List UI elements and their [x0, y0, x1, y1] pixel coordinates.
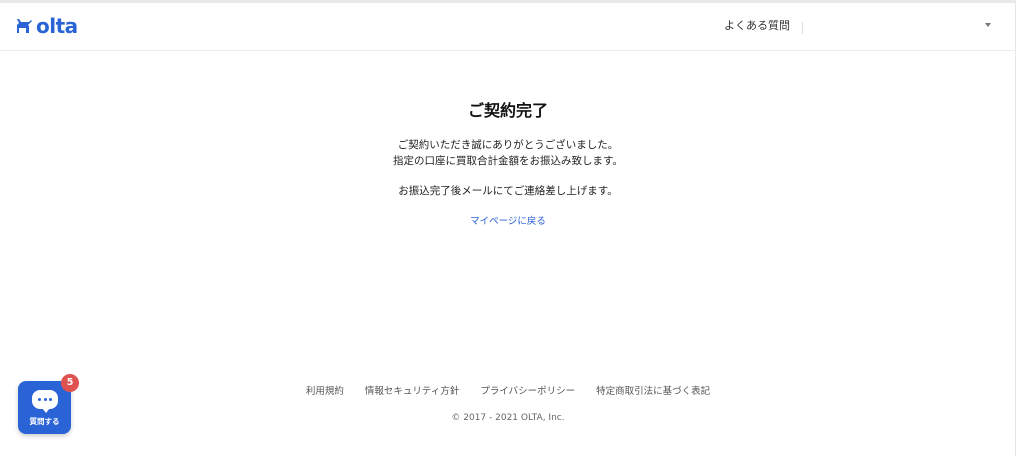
- header-divider: [802, 22, 803, 34]
- page-title: ご契約完了: [467, 101, 548, 120]
- chat-dot: [43, 398, 47, 401]
- faq-link[interactable]: よくある質問: [724, 18, 790, 34]
- logo[interactable]: olta: [14, 16, 78, 36]
- footer-link-commercial-transactions[interactable]: 特定商取引法に基づく表記: [596, 386, 710, 397]
- footer-link-privacy-policy[interactable]: プライバシーポリシー: [480, 386, 575, 397]
- mypage-link[interactable]: マイページに戻る: [470, 215, 546, 229]
- logo-text: olta: [36, 14, 78, 38]
- message-line-1: ご契約いただき誠にありがとうございました。: [397, 139, 619, 151]
- chat-badge: 5: [61, 374, 79, 392]
- header: olta よくある質問: [0, 3, 1016, 51]
- chat-bubble-icon: [32, 390, 58, 413]
- message-line-3: お振込完了後メールにてご連絡差し上げます。: [398, 185, 618, 197]
- footer-link-terms[interactable]: 利用規約: [306, 386, 344, 397]
- message-line-2: 指定の口座に買取合計金額をお振込み致します。: [393, 155, 623, 167]
- cat-icon: [17, 19, 32, 33]
- footer-links: 利用規約 情報セキュリティ方針 プライバシーポリシー 特定商取引法に基づく表記: [0, 383, 1016, 397]
- main-content: ご契約完了 ご契約いただき誠にありがとうございました。 指定の口座に買取合計金額…: [0, 99, 1016, 229]
- chat-dot: [49, 398, 52, 401]
- chat-dots: [38, 398, 52, 401]
- chat-dot: [38, 398, 41, 401]
- copyright: © 2017 - 2021 OLTA, Inc.: [451, 413, 565, 423]
- chat-label: 質問する: [29, 417, 60, 426]
- footer-link-security-policy[interactable]: 情報セキュリティ方針: [365, 386, 459, 397]
- chevron-down-icon[interactable]: [985, 23, 991, 27]
